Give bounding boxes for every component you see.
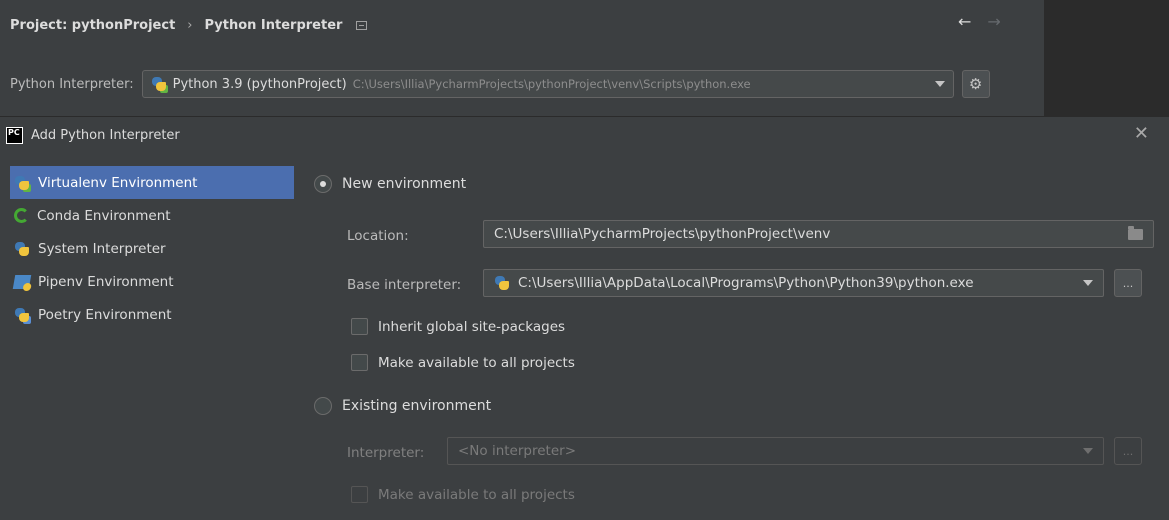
interpreter-settings-button[interactable]: ⚙ [961,70,990,98]
python-icon [494,275,510,291]
make-available-existing-checkbox[interactable] [351,486,368,503]
location-value: C:\Users\Illia\PycharmProjects\pythonPro… [494,226,831,242]
dialog-title: Add Python Interpreter [31,127,180,143]
history-nav: ← → [958,12,1001,31]
sidebar-item-pipenv[interactable]: Pipenv Environment [10,265,294,298]
project-interpreter-name: Python 3.9 (pythonProject) [172,76,347,92]
pycharm-logo-icon: PC [6,126,23,144]
base-interpreter-label: Base interpreter: [347,277,462,293]
virtualenv-icon [151,76,168,93]
existing-environment-radio[interactable] [314,397,332,415]
chevron-down-icon[interactable] [1083,448,1093,454]
make-available-new-label: Make available to all projects [378,354,575,371]
existing-interpreter-placeholder: <No interpreter> [458,443,577,459]
base-interpreter-select[interactable]: C:\Users\Illia\AppData\Local\Programs\Py… [483,269,1104,297]
breadcrumb-page: Python Interpreter [204,17,343,33]
forward-arrow-icon[interactable]: → [987,12,1000,31]
virtualenv-icon [14,175,31,192]
conda-icon [14,208,29,223]
new-environment-label: New environment [342,176,467,192]
chevron-down-icon[interactable] [1083,280,1093,286]
existing-interpreter-select[interactable]: <No interpreter> [447,437,1104,465]
settings-side-strip [1044,0,1169,116]
poetry-icon [14,307,31,324]
folder-icon[interactable] [1128,225,1143,240]
make-available-existing-option[interactable]: Make available to all projects [351,486,575,503]
sidebar-item-poetry[interactable]: Poetry Environment [10,298,294,331]
browse-base-interpreter-button[interactable]: ... [1114,269,1142,297]
breadcrumb-separator: › [187,17,193,33]
add-interpreter-dialog: PC Add Python Interpreter ✕ Virtualenv E… [0,117,1169,520]
sidebar-item-label: System Interpreter [38,240,166,257]
existing-interpreter-label: Interpreter: [347,445,425,461]
base-interpreter-value: C:\Users\Illia\AppData\Local\Programs\Py… [518,275,974,291]
existing-environment-label: Existing environment [342,398,492,414]
project-interpreter-row: Python Interpreter: Python 3.9 (pythonPr… [10,70,990,98]
existing-environment-option[interactable]: Existing environment [314,397,491,415]
inherit-site-packages-label: Inherit global site-packages [378,318,566,335]
back-arrow-icon[interactable]: ← [958,12,971,31]
location-field[interactable]: C:\Users\Illia\PycharmProjects\pythonPro… [483,220,1154,248]
make-available-new-checkbox[interactable] [351,354,368,371]
environment-type-list: Virtualenv Environment Conda Environment… [10,166,294,331]
new-environment-radio[interactable] [314,175,332,193]
project-interpreter-select[interactable]: Python 3.9 (pythonProject) C:\Users\Illi… [141,70,954,98]
chevron-down-icon[interactable] [934,81,945,87]
sidebar-item-system[interactable]: System Interpreter [10,232,294,265]
python-icon [14,241,30,257]
close-icon[interactable]: ✕ [1134,123,1149,144]
sidebar-item-virtualenv[interactable]: Virtualenv Environment [10,166,294,199]
make-available-existing-label: Make available to all projects [378,486,575,503]
project-interpreter-label: Python Interpreter: [10,76,134,92]
sidebar-item-label: Poetry Environment [38,306,172,323]
location-label: Location: [347,228,409,244]
browse-existing-interpreter-button[interactable]: ... [1114,437,1142,465]
settings-panel: Project: pythonProject › Python Interpre… [0,0,1169,116]
sidebar-item-label: Conda Environment [37,207,171,224]
sidebar-item-conda[interactable]: Conda Environment [10,199,294,232]
sidebar-item-label: Virtualenv Environment [38,174,198,191]
inherit-site-packages-option[interactable]: Inherit global site-packages [351,318,565,335]
project-interpreter-path: C:\Users\Illia\PycharmProjects\pythonPro… [352,77,751,91]
pipenv-icon [12,274,32,289]
breadcrumb-project[interactable]: Project: pythonProject [10,18,175,33]
gear-icon: ⚙ [968,75,983,93]
make-available-new-option[interactable]: Make available to all projects [351,354,575,371]
new-environment-option[interactable]: New environment [314,175,466,193]
sidebar-item-label: Pipenv Environment [38,273,174,290]
dialog-titlebar: PC Add Python Interpreter [0,117,1169,153]
breadcrumb: Project: pythonProject › Python Interpre… [10,15,368,35]
page-menu-icon[interactable] [356,20,368,30]
inherit-site-packages-checkbox[interactable] [351,318,368,335]
